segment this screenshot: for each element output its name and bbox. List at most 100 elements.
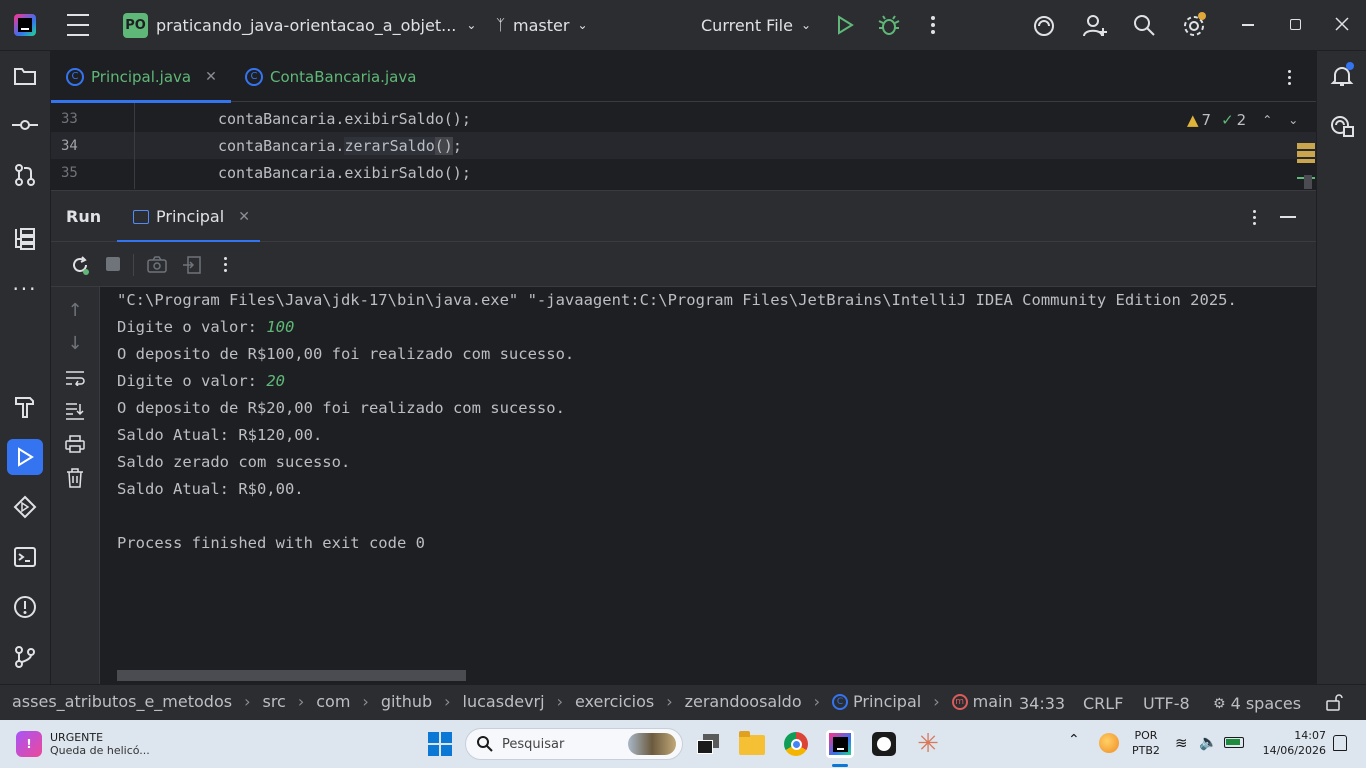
github-icon[interactable] xyxy=(872,732,896,756)
chevron-right-icon: › xyxy=(362,692,369,711)
down-arrow-icon[interactable]: ↓ xyxy=(64,332,86,354)
inspection-widget[interactable]: ▲ 7 ✓ 2 ⌃ ⌄ xyxy=(1187,110,1298,130)
scroll-to-end-icon[interactable] xyxy=(64,400,86,422)
code-line[interactable]: 35 contaBancaria.exibirSaldo(); xyxy=(51,159,1316,186)
breadcrumb-item[interactable]: exercicios xyxy=(575,692,654,711)
breadcrumb-item[interactable]: src xyxy=(262,692,285,711)
structure-icon[interactable] xyxy=(7,221,43,257)
notification-center-icon[interactable] xyxy=(1333,735,1347,751)
editor-scrollbar[interactable] xyxy=(1304,175,1312,189)
breadcrumb-item[interactable]: zerandoosaldo xyxy=(685,692,802,711)
stop-icon[interactable] xyxy=(106,257,120,271)
battery-icon[interactable] xyxy=(1224,737,1244,748)
print-icon[interactable] xyxy=(64,433,86,455)
code-parens: () xyxy=(434,136,453,155)
horizontal-scrollbar[interactable] xyxy=(117,670,466,681)
claude-icon[interactable]: ✳ xyxy=(916,731,940,757)
console-user-input: 20 xyxy=(266,372,285,390)
build-hammer-icon[interactable] xyxy=(7,389,43,425)
run-config-selector[interactable]: Current File ⌄ xyxy=(701,12,811,38)
chrome-icon[interactable] xyxy=(784,732,808,756)
line-ending[interactable]: CRLF xyxy=(1083,694,1123,713)
task-view-icon[interactable] xyxy=(697,732,721,756)
run-panel-options-icon[interactable] xyxy=(1248,208,1260,226)
main-menu-icon[interactable] xyxy=(66,14,90,36)
previous-highlight-icon[interactable]: ⌃ xyxy=(1262,113,1272,127)
up-arrow-icon[interactable]: ↑ xyxy=(64,299,86,321)
export-icon[interactable] xyxy=(181,254,203,276)
soft-wrap-icon[interactable] xyxy=(64,367,86,389)
notifications-bell-icon[interactable] xyxy=(1324,58,1360,94)
version-control-icon[interactable] xyxy=(7,639,43,675)
pull-requests-icon[interactable] xyxy=(7,157,43,193)
tab-label: Principal.java xyxy=(91,67,192,86)
close-window-button[interactable] xyxy=(1334,16,1350,32)
project-folder-icon[interactable] xyxy=(7,58,43,94)
language-indicator[interactable]: POR PTB2 xyxy=(1132,728,1160,758)
hide-panel-icon[interactable] xyxy=(1280,216,1296,218)
rerun-icon[interactable] xyxy=(69,254,91,276)
console-output[interactable]: "C:\Program Files\Java\jdk-17\bin\java.e… xyxy=(100,287,1316,684)
breadcrumb-item[interactable]: main xyxy=(973,692,1013,711)
file-encoding[interactable]: UTF-8 xyxy=(1143,694,1190,713)
commit-icon[interactable] xyxy=(7,107,43,143)
run-tool-icon[interactable] xyxy=(7,439,43,475)
screenshot-camera-icon[interactable] xyxy=(146,254,168,276)
console-line: Saldo zerado com sucesso. xyxy=(117,453,351,471)
add-user-icon[interactable] xyxy=(1081,12,1109,40)
breadcrumb-item[interactable]: lucasdevrj xyxy=(463,692,545,711)
code-editor[interactable]: 33 contaBancaria.exibirSaldo(); 34 conta… xyxy=(51,103,1316,189)
breadcrumb-item[interactable]: com xyxy=(316,692,350,711)
ai-assistant-icon[interactable] xyxy=(1031,13,1057,39)
search-highlight-image xyxy=(628,733,676,755)
tab-contabancaria-java[interactable]: C ContaBancaria.java xyxy=(245,51,435,102)
restore-button[interactable] xyxy=(1290,19,1301,30)
line-number: 34 xyxy=(61,137,78,154)
wifi-icon[interactable]: ≋ xyxy=(1175,734,1188,752)
close-tab-icon[interactable]: ✕ xyxy=(238,209,250,225)
tab-label: ContaBancaria.java xyxy=(270,67,417,86)
terminal-icon[interactable] xyxy=(7,539,43,575)
breadcrumb-item[interactable]: Principal xyxy=(853,692,921,711)
code-line[interactable]: 33 contaBancaria.exibirSaldo(); xyxy=(51,105,1316,132)
news-notification[interactable]: ! URGENTE Queda de helicó... xyxy=(16,728,150,760)
problems-icon[interactable] xyxy=(7,589,43,625)
more-tools-icon[interactable]: ··· xyxy=(7,271,43,307)
show-hidden-icons[interactable]: ⌃ xyxy=(1068,732,1080,748)
code-line-current[interactable]: 34 contaBancaria.zerarSaldo(); xyxy=(51,132,1316,159)
branch-selector[interactable]: ᛉ master ⌄ xyxy=(496,12,588,38)
toolbar-more-icon[interactable] xyxy=(219,255,231,273)
ai-chat-icon[interactable] xyxy=(1324,108,1360,144)
minimize-button[interactable] xyxy=(1242,24,1254,26)
volume-icon[interactable]: 🔈 xyxy=(1199,733,1218,751)
weather-icon[interactable] xyxy=(1099,733,1119,753)
breadcrumb-item[interactable]: asses_atributos_e_metodos xyxy=(12,692,232,711)
tab-principal-java[interactable]: C Principal.java ✕ xyxy=(51,51,231,103)
settings-gear-icon[interactable] xyxy=(1180,12,1208,40)
tabs-more-icon[interactable] xyxy=(1283,68,1295,86)
caret-position[interactable]: 34:33 xyxy=(1019,694,1065,713)
console-prompt: Digite o valor: xyxy=(117,372,267,390)
services-icon[interactable] xyxy=(7,489,43,525)
project-selector[interactable]: PO praticando_java-orientacao_a_objet...… xyxy=(123,12,476,38)
indent-setting[interactable]: ⚙ 4 spaces xyxy=(1213,694,1301,713)
file-explorer-icon[interactable] xyxy=(739,731,765,755)
close-tab-icon[interactable]: ✕ xyxy=(205,69,217,85)
tab-principal-run[interactable]: Principal ✕ xyxy=(117,191,260,243)
next-highlight-icon[interactable]: ⌄ xyxy=(1288,113,1298,127)
breadcrumb-item[interactable]: github xyxy=(381,692,432,711)
method-icon: m xyxy=(951,693,968,710)
console-line: Digite o valor: 100 xyxy=(117,314,294,341)
run-icon[interactable] xyxy=(834,14,856,36)
intellij-logo-icon[interactable] xyxy=(14,14,36,36)
more-actions-icon[interactable] xyxy=(925,14,941,36)
intellij-taskbar-icon[interactable] xyxy=(826,730,854,758)
windows-start-icon[interactable] xyxy=(428,732,452,756)
search-icon[interactable] xyxy=(1131,12,1157,38)
line-number: 33 xyxy=(61,110,78,127)
unlock-icon[interactable] xyxy=(1325,693,1343,711)
clear-trash-icon[interactable] xyxy=(64,467,86,489)
taskbar-search[interactable]: Pesquisar xyxy=(465,728,683,760)
debug-icon[interactable] xyxy=(877,13,901,37)
clock[interactable]: 14:07 14/06/2026 xyxy=(1258,728,1326,758)
